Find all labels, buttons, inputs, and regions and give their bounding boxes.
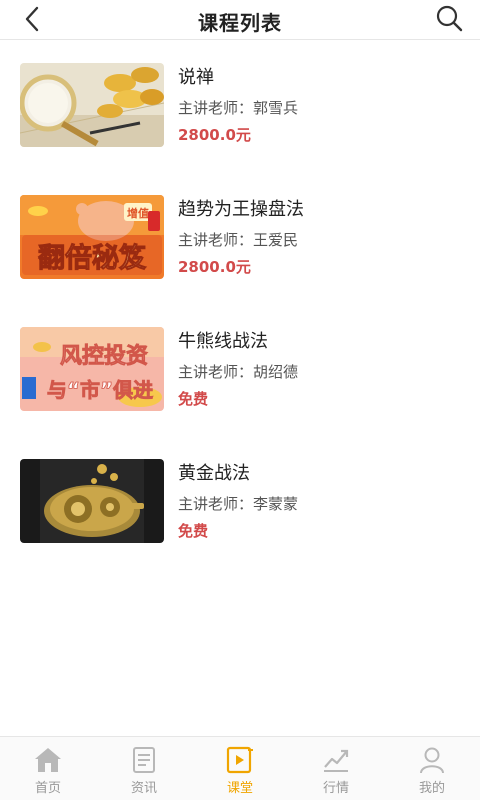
course-title: 黄金战法 bbox=[178, 463, 250, 484]
search-button[interactable] bbox=[434, 3, 464, 33]
header-bar: 课程列表 bbox=[0, 0, 480, 40]
profile-icon bbox=[420, 747, 444, 774]
course-thumbnail bbox=[20, 459, 164, 543]
tab-profile[interactable]: 我的 bbox=[384, 737, 480, 800]
tab-news[interactable]: 资讯 bbox=[96, 737, 192, 800]
tab-label: 资讯 bbox=[130, 781, 157, 796]
bottom-tab-bar: 首页 资讯 课堂 行情 我的 bbox=[0, 736, 480, 800]
course-price: 免费 bbox=[178, 390, 209, 408]
course-thumbnail bbox=[20, 63, 164, 147]
tab-home[interactable]: 首页 bbox=[0, 737, 96, 800]
news-icon bbox=[133, 747, 155, 773]
course-teacher: 主讲老师：王爱民 bbox=[178, 231, 299, 249]
course-title: 趋势为王操盘法 bbox=[178, 199, 304, 220]
course-title: 说禅 bbox=[178, 67, 214, 88]
course-teacher: 主讲老师：胡绍德 bbox=[178, 363, 299, 381]
tab-market[interactable]: 行情 bbox=[288, 737, 384, 800]
classroom-icon bbox=[226, 746, 253, 774]
market-chart-icon bbox=[324, 749, 349, 772]
tab-label: 我的 bbox=[418, 781, 445, 796]
course-item[interactable]: 黄金战法 主讲老师：李蒙蒙 免费 bbox=[0, 459, 480, 551]
home-icon bbox=[35, 748, 61, 772]
tab-label: 课堂 bbox=[226, 781, 253, 796]
course-title: 牛熊线战法 bbox=[178, 331, 268, 352]
thumb-badge-text: 增值 bbox=[127, 206, 149, 220]
course-price: 免费 bbox=[178, 522, 209, 540]
thumb-subline-text: 与“市”俱进 bbox=[47, 378, 153, 402]
course-teacher: 主讲老师：李蒙蒙 bbox=[178, 495, 299, 513]
thumb-headline-text: 翻倍秘笈 bbox=[38, 242, 147, 274]
course-item[interactable]: 增值 翻倍秘笈 趋势为王操盘法 主讲老师：王爱民 2800.0元 bbox=[0, 195, 480, 287]
course-teacher: 主讲老师：郭雪兵 bbox=[178, 99, 299, 117]
course-price: 2800.0元 bbox=[178, 126, 251, 144]
page-title: 课程列表 bbox=[198, 11, 282, 35]
tab-label: 行情 bbox=[322, 781, 349, 796]
search-icon bbox=[436, 5, 463, 32]
thumb-headline-text: 风控投资 bbox=[60, 343, 148, 369]
course-price: 2800.0元 bbox=[178, 258, 251, 276]
tab-classroom[interactable]: 课堂 bbox=[192, 737, 288, 800]
course-thumbnail: 增值 翻倍秘笈 bbox=[20, 195, 164, 279]
course-item[interactable]: 说禅 主讲老师：郭雪兵 2800.0元 bbox=[0, 63, 480, 155]
course-item[interactable]: 风控投资 与“市”俱进 牛熊线战法 主讲老师：胡绍德 免费 bbox=[0, 327, 480, 419]
course-thumbnail: 风控投资 与“市”俱进 bbox=[20, 327, 164, 411]
tab-label: 首页 bbox=[34, 781, 61, 796]
